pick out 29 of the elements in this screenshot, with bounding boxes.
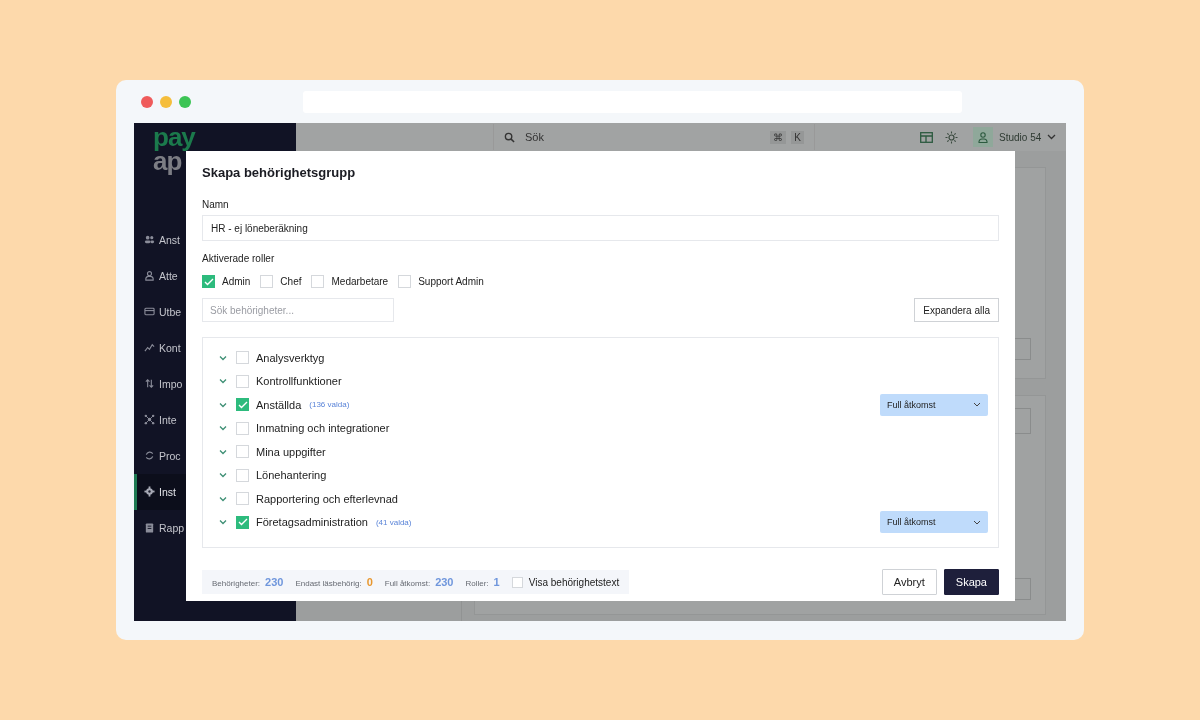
permission-label: Rapportering och efterlevnad bbox=[256, 492, 398, 505]
stat-value: 0 bbox=[366, 576, 373, 588]
permission-label: Mina uppgifter bbox=[256, 445, 326, 458]
logo-text: pay bbox=[153, 123, 195, 153]
checkbox-label: Chef bbox=[280, 276, 302, 287]
stat-label: Behörigheter: bbox=[212, 579, 261, 588]
selected-count: (136 valda) bbox=[309, 400, 350, 410]
permission-label: Lönehantering bbox=[256, 469, 327, 482]
selected-count: (41 valda) bbox=[375, 517, 412, 527]
keyboard-key: K bbox=[791, 130, 804, 144]
stat-value: 230 bbox=[265, 576, 284, 588]
field-label: Aktiverade roller bbox=[202, 253, 275, 264]
stat-value: 230 bbox=[435, 576, 454, 588]
permission-label: Analysverktyg bbox=[256, 351, 325, 364]
checkbox-label: Support Admin bbox=[418, 276, 484, 287]
permission-label: Företagsadministration bbox=[256, 516, 368, 529]
keyboard-key: ⌘ bbox=[770, 130, 787, 144]
stat-label: Endast läsbehörig: bbox=[295, 579, 362, 588]
stat-label: Roller: bbox=[465, 579, 489, 588]
stat-value: 1 bbox=[493, 576, 500, 588]
permission-label: Kontrollfunktioner bbox=[256, 375, 342, 388]
stat-label: Full åtkomst: bbox=[384, 579, 431, 588]
dialog-title: Skapa behörighetsgrupp bbox=[202, 165, 356, 180]
permission-label: Inmatning och integrationer bbox=[256, 422, 390, 435]
checkbox-label: Admin bbox=[222, 276, 251, 287]
checkbox-label: Medarbetare bbox=[331, 276, 389, 287]
permission-label: Anställda bbox=[256, 398, 302, 411]
field-label: Namn bbox=[202, 199, 229, 210]
checkbox-label: Visa behörighetstext bbox=[528, 576, 620, 588]
